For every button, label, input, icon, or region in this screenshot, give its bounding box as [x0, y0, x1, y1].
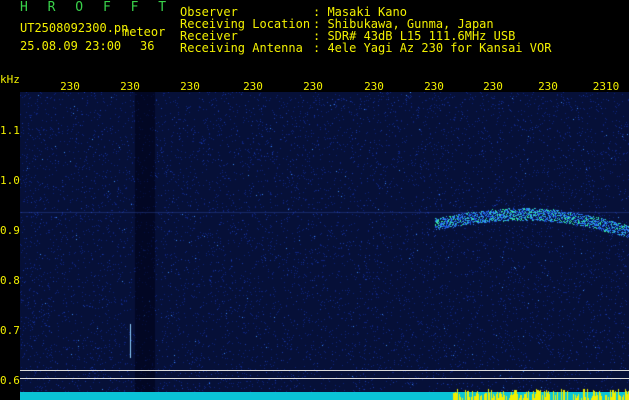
reference-line-upper — [20, 370, 629, 371]
spectrogram-canvas — [20, 92, 629, 400]
y-axis-unit: kHz — [0, 73, 20, 86]
timestamp-label: 25.08.09 23:00 — [20, 39, 122, 53]
y-tick: 0.9 — [0, 224, 20, 237]
antenna-label: Receiving Antenna — [180, 41, 303, 55]
spectrogram-plot — [20, 92, 629, 400]
meteor-count: 36 — [140, 39, 155, 53]
filename-label: UT2508092300.pn — [20, 21, 129, 35]
y-tick: 0.7 — [0, 324, 20, 337]
y-tick: 0.6 — [0, 374, 20, 387]
y-tick: 0.8 — [0, 274, 20, 287]
signal-peaks — [20, 380, 629, 400]
hrofft-window: H R O F F T UT2508092300.pn meteor 25.08… — [0, 0, 629, 400]
app-title: H R O F F T — [20, 0, 173, 15]
meteor-label: meteor — [122, 25, 166, 39]
y-tick: 1.1 — [0, 124, 20, 137]
y-tick: 1.0 — [0, 174, 20, 187]
antenna-value: : 4ele Yagi Az 230 for Kansai VOR — [313, 41, 552, 55]
reference-line-lower — [20, 378, 629, 379]
